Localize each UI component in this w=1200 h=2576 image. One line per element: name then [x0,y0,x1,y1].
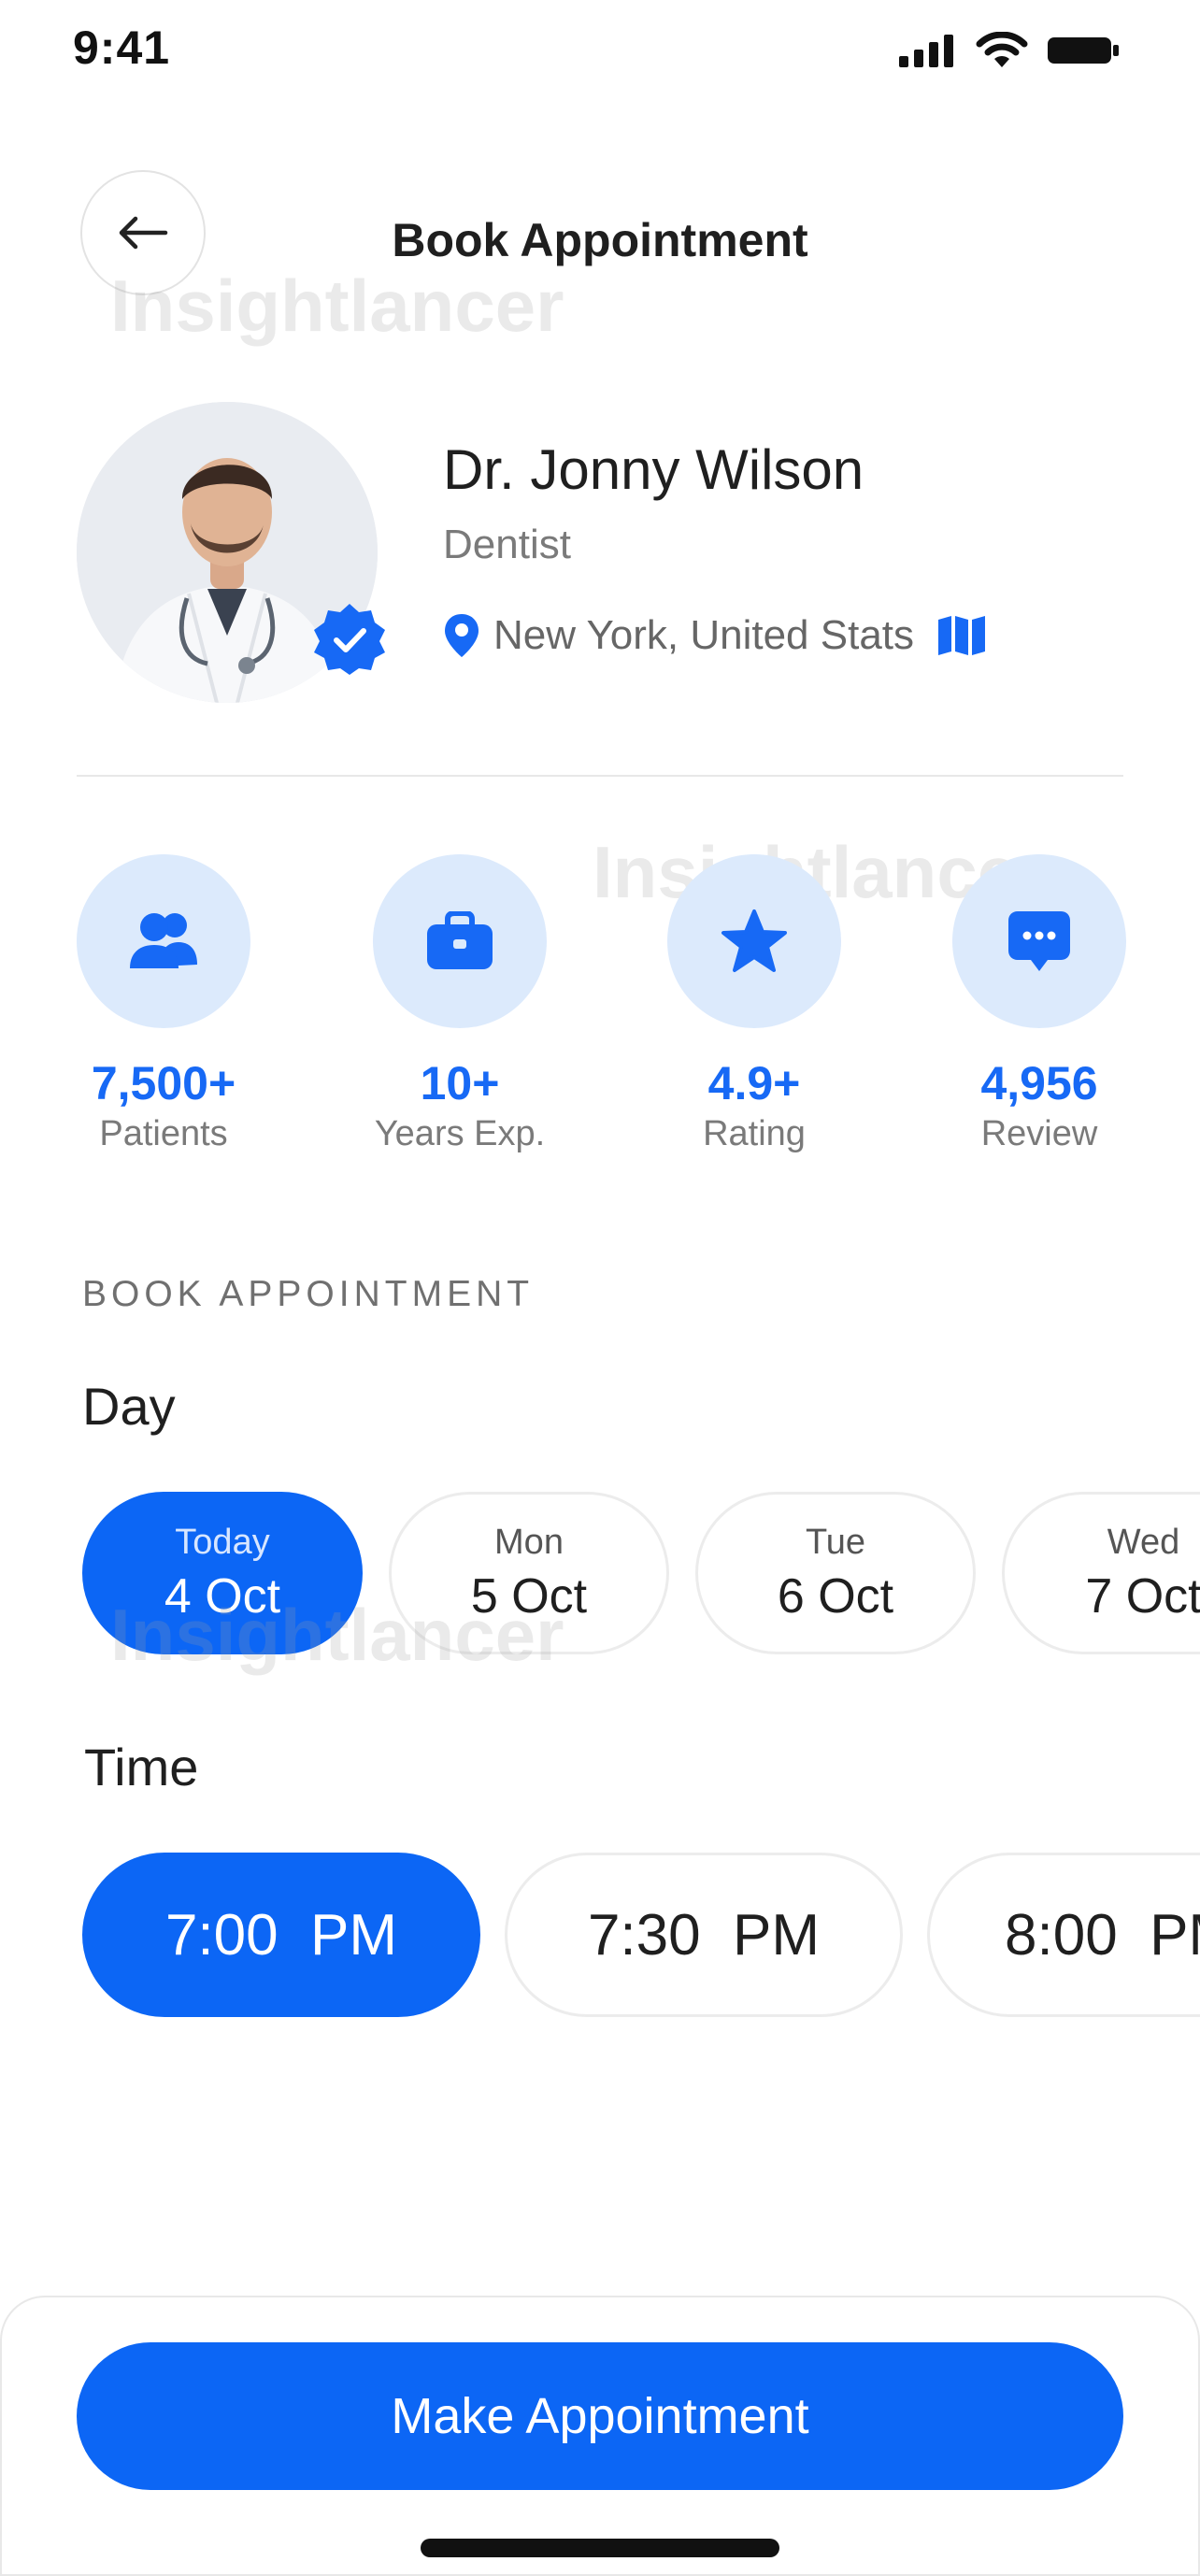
verified-badge-icon [314,604,385,675]
day-option[interactable]: Tue 6 Oct [695,1492,976,1654]
day-name: Mon [494,1522,564,1562]
stat-label: Patients [99,1114,228,1153]
time-title: Time [84,1738,199,1796]
stat-value: 4.9+ [707,1057,801,1109]
watermark: Insightlancer [110,265,564,347]
page-title: Book Appointment [392,214,808,266]
watermark: Insightlancer [110,1594,564,1676]
stat-value: 10+ [420,1057,500,1109]
briefcase-icon [427,911,493,969]
day-name: Today [175,1522,270,1562]
location-text: New York, United Stats [493,612,915,658]
stat-label: Rating [703,1114,806,1153]
time-option[interactable]: 8:00 PM [927,1853,1200,2017]
doctor-specialty: Dentist [443,522,571,567]
cellular-signal-icon [899,35,953,67]
day-date: 6 Oct [777,1568,894,1624]
status-time: 9:41 [73,21,171,74]
status-icons [899,32,1120,69]
patients-icon [130,913,197,968]
stat-label: Review [980,1114,1098,1153]
map-icon[interactable] [936,614,989,657]
time-option[interactable]: 7:00 PM [82,1853,480,2017]
make-appointment-button[interactable]: Make Appointment [77,2342,1123,2490]
doctor-name: Dr. Jonny Wilson [443,438,864,501]
day-date: 7 Oct [1085,1568,1200,1624]
day-name: Wed [1107,1522,1180,1562]
stat-icon-circle [667,854,841,1028]
time-option[interactable]: 7:30 PM [505,1853,903,2017]
stat-review: 4,956 Review [918,854,1161,1154]
stat-rating: 4.9+ Rating [633,854,876,1154]
battery-icon [1048,37,1119,64]
stat-experience: 10+ Years Exp. [338,854,581,1154]
stat-value: 4,956 [980,1057,1098,1109]
divider [77,775,1123,777]
doctor-location: New York, United Stats [443,612,989,659]
day-option[interactable]: Wed 7 Oct [1002,1492,1200,1654]
day-title: Day [82,1377,176,1436]
wifi-icon [976,32,1028,67]
stat-icon-circle [77,854,250,1028]
location-pin-icon [445,614,479,657]
star-icon [721,909,787,972]
stat-label: Years Exp. [374,1114,546,1153]
day-name: Tue [805,1522,866,1562]
stat-icon-circle [952,854,1126,1028]
home-indicator [421,2539,779,2557]
stat-value: 7,500+ [91,1057,236,1109]
section-label: BOOK APPOINTMENT [82,1274,535,1314]
chat-icon [1008,911,1070,971]
stat-icon-circle [373,854,547,1028]
stat-patients: 7,500+ Patients [42,854,285,1154]
